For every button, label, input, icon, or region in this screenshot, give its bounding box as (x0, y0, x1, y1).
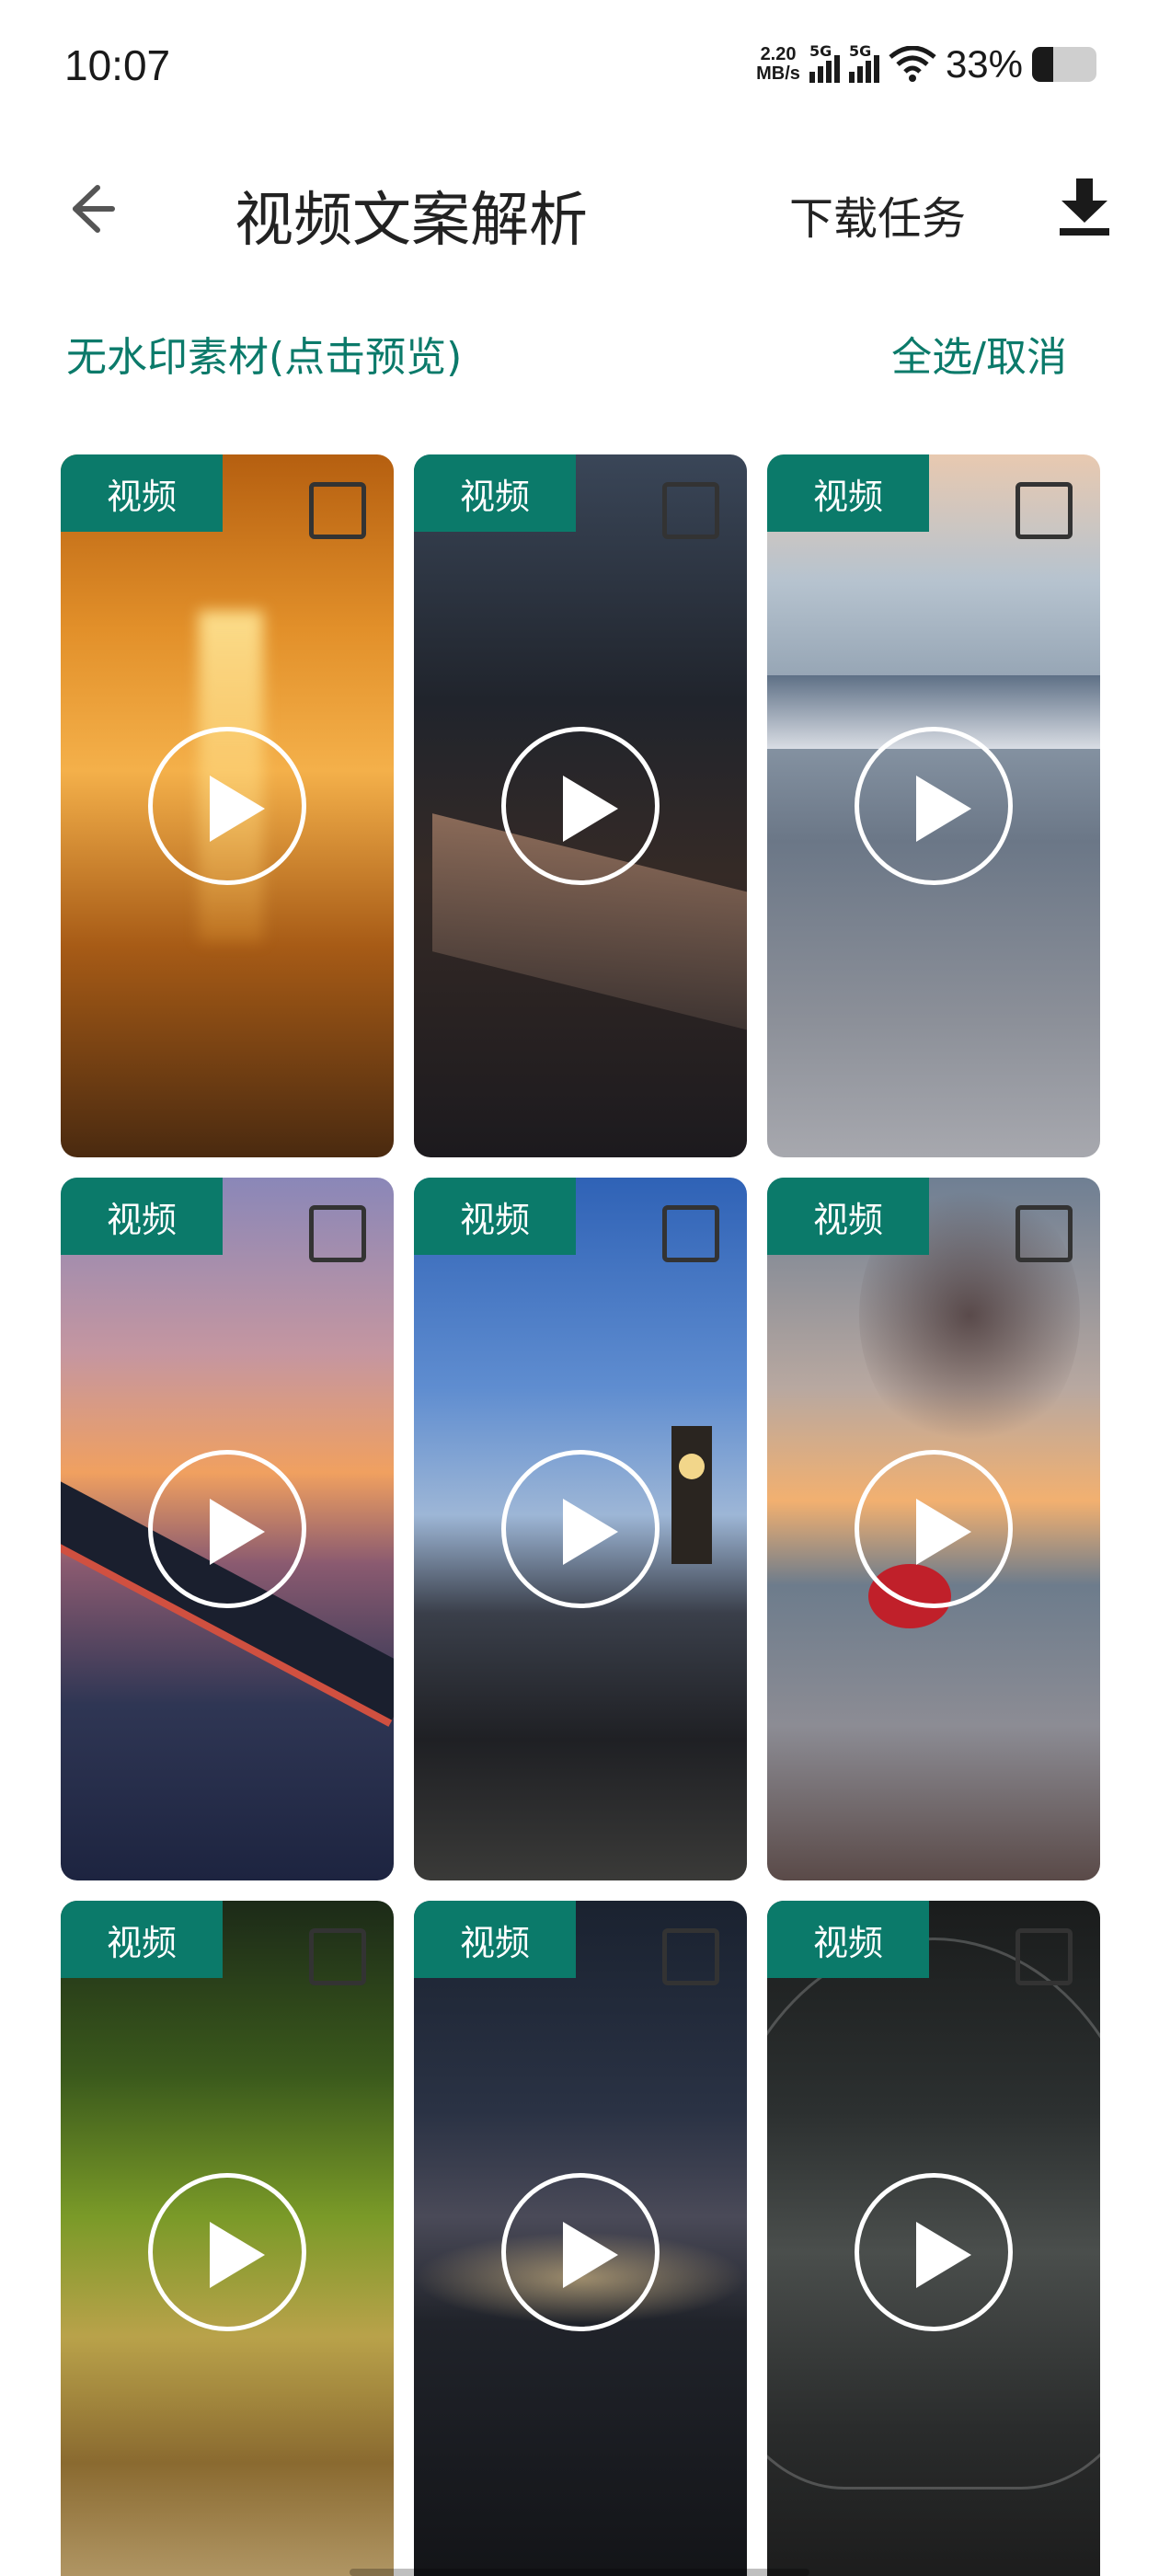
media-card[interactable]: 视频 (61, 1178, 394, 1880)
select-checkbox[interactable] (1016, 1205, 1073, 1262)
sim2-label: 5G (848, 42, 872, 60)
download-tasks-button[interactable]: 下载任务 (789, 182, 966, 247)
no-watermark-preview-label[interactable]: 无水印素材(点击预览) (66, 324, 462, 383)
select-checkbox[interactable] (1016, 1928, 1073, 1985)
play-icon[interactable] (148, 1450, 306, 1608)
status-time: 10:07 (64, 41, 171, 89)
media-type-badge: 视频 (61, 1178, 223, 1255)
media-type-badge: 视频 (767, 1901, 929, 1978)
select-checkbox[interactable] (309, 1205, 366, 1262)
select-all-toggle[interactable]: 全选/取消 (891, 324, 1067, 383)
media-type-badge: 视频 (414, 1178, 576, 1255)
media-card[interactable]: 视频 (767, 1901, 1100, 2576)
download-icon[interactable] (1056, 175, 1113, 239)
battery-icon (1032, 47, 1096, 82)
network-speed-value: 2.20 (760, 44, 797, 64)
play-icon[interactable] (148, 2173, 306, 2331)
media-card[interactable]: 视频 (767, 454, 1100, 1157)
play-icon[interactable] (855, 727, 1013, 885)
media-card[interactable]: 视频 (414, 454, 747, 1157)
page-title: 视频文案解析 (235, 187, 588, 255)
play-icon[interactable] (855, 1450, 1013, 1608)
select-checkbox[interactable] (662, 1205, 719, 1262)
media-card[interactable]: 视频 (414, 1901, 747, 2576)
media-grid: 视频 视频 视频 视频 视频 视频 视频 视频 视频 (61, 454, 1100, 2576)
media-card[interactable]: 视频 (414, 1178, 747, 1880)
signal-sim2-icon: 5G (848, 42, 879, 83)
media-card[interactable]: 视频 (767, 1178, 1100, 1880)
signal-sim1-icon: 5G (809, 42, 840, 83)
media-type-badge: 视频 (414, 454, 576, 532)
select-checkbox[interactable] (1016, 482, 1073, 539)
media-type-badge: 视频 (767, 454, 929, 532)
play-icon[interactable] (501, 1450, 660, 1608)
network-speed: 2.20 MB/s (756, 45, 800, 84)
media-type-badge: 视频 (61, 454, 223, 532)
select-checkbox[interactable] (662, 482, 719, 539)
network-speed-unit: MB/s (756, 63, 800, 84)
play-icon[interactable] (855, 2173, 1013, 2331)
status-bar: 10:07 2.20 MB/s 5G 5G 33% (0, 0, 1159, 138)
select-checkbox[interactable] (662, 1928, 719, 1985)
play-icon[interactable] (501, 2173, 660, 2331)
wifi-icon (889, 46, 936, 82)
battery-percent: 33% (945, 42, 1023, 86)
app-header: 视频文案解析 下载任务 (0, 156, 1159, 258)
select-checkbox[interactable] (309, 482, 366, 539)
media-type-badge: 视频 (61, 1901, 223, 1978)
media-card[interactable]: 视频 (61, 454, 394, 1157)
sub-header: 无水印素材(点击预览) 全选/取消 (0, 320, 1159, 385)
play-icon[interactable] (148, 727, 306, 885)
play-icon[interactable] (501, 727, 660, 885)
media-type-badge: 视频 (414, 1901, 576, 1978)
home-indicator[interactable] (350, 2569, 809, 2576)
media-card[interactable]: 视频 (61, 1901, 394, 2576)
sim1-label: 5G (809, 42, 832, 60)
arrow-left-icon[interactable] (57, 177, 121, 241)
status-indicators: 2.20 MB/s 5G 5G 33% (756, 42, 1096, 86)
select-checkbox[interactable] (309, 1928, 366, 1985)
media-type-badge: 视频 (767, 1178, 929, 1255)
